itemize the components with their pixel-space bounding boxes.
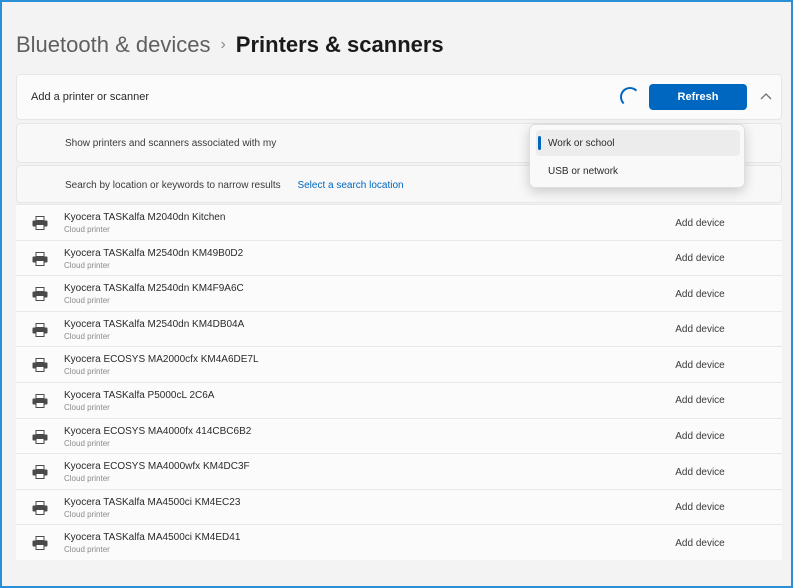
printer-icon [32, 216, 48, 230]
printer-icon [32, 429, 48, 444]
printer-row: Kyocera TASKalfa MA4500ci KM4EC23 Cloud … [16, 488, 782, 525]
printer-row: Kyocera TASKalfa MA4500ci KM4ED41 Cloud … [16, 524, 782, 560]
dropdown-option-usb-or-network[interactable]: USB or network [536, 158, 740, 184]
printer-name: Kyocera ECOSYS MA2000cfx KM4A6DE7L [64, 354, 259, 366]
add-device-button[interactable]: Add device [662, 533, 738, 553]
printer-name: Kyocera TASKalfa MA4500ci KM4EC23 [64, 496, 241, 508]
search-location-text: Search by location or keywords to narrow… [65, 180, 404, 191]
printer-row: Kyocera TASKalfa M2040dn Kitchen Cloud p… [16, 204, 782, 240]
add-printer-label: Add a printer or scanner [31, 91, 150, 103]
printer-name: Kyocera TASKalfa M2540dn KM4DB04A [64, 318, 245, 330]
printer-row: Kyocera TASKalfa M2540dn KM4F9A6C Cloud … [16, 275, 782, 311]
breadcrumb-separator: › [220, 36, 226, 53]
show-associated-label: Show printers and scanners associated wi… [65, 138, 277, 149]
printer-type: Cloud printer [64, 474, 110, 484]
printer-name: Kyocera TASKalfa M2540dn KM4F9A6C [64, 283, 244, 295]
printer-name: Kyocera TASKalfa M2540dn KM49B0D2 [64, 247, 244, 259]
printer-row: Kyocera ECOSYS MA2000cfx KM4A6DE7L Cloud… [16, 346, 782, 382]
add-device-button[interactable]: Add device [662, 391, 738, 411]
printer-row: Kyocera ECOSYS MA4000wfx KM4DC3F Cloud p… [16, 453, 782, 489]
search-location-label: Search by location or keywords to narrow… [65, 180, 281, 191]
add-device-button[interactable]: Add device [662, 462, 738, 482]
association-dropdown: Work or school USB or network [529, 124, 745, 188]
printer-type: Cloud printer [64, 545, 110, 555]
dropdown-option-work-or-school[interactable]: Work or school [536, 130, 740, 156]
printer-icon [32, 465, 48, 480]
breadcrumb: Bluetooth & devices › Printers & scanner… [16, 28, 444, 62]
printer-icon [32, 322, 48, 337]
printer-type: Cloud printer [64, 225, 110, 234]
printer-name: Kyocera TASKalfa M2040dn Kitchen [64, 212, 226, 223]
printer-type: Cloud printer [64, 296, 110, 306]
page-title: Printers & scanners [235, 32, 444, 57]
printer-row: Kyocera TASKalfa P5000cL 2C6A Cloud prin… [16, 381, 782, 418]
add-device-button[interactable]: Add device [662, 427, 738, 447]
breadcrumb-parent-link[interactable]: Bluetooth & devices [16, 32, 210, 58]
printer-type: Cloud printer [64, 260, 110, 270]
printer-type: Cloud printer [64, 509, 110, 519]
chevron-up-icon[interactable] [757, 86, 775, 106]
printer-row: Kyocera TASKalfa M2540dn KM49B0D2 Cloud … [16, 239, 782, 276]
printer-icon [32, 251, 48, 266]
printer-name: Kyocera TASKalfa MA4500ci KM4ED41 [64, 532, 241, 544]
printer-icon [32, 500, 48, 515]
refresh-button[interactable]: Refresh [649, 84, 747, 110]
printer-list: Kyocera TASKalfa M2040dn Kitchen Cloud p… [16, 204, 782, 560]
printer-icon [32, 393, 48, 408]
add-device-button[interactable]: Add device [662, 249, 738, 269]
settings-window: Bluetooth & devices › Printers & scanner… [0, 0, 793, 588]
printer-name: Kyocera ECOSYS MA4000fx 414CBC6B2 [64, 425, 252, 437]
add-device-button[interactable]: Add device [662, 320, 738, 340]
add-printer-panel: Add a printer or scanner Refresh [16, 74, 782, 120]
printer-icon [32, 287, 48, 302]
printer-type: Cloud printer [64, 438, 110, 448]
printer-name: Kyocera ECOSYS MA4000wfx KM4DC3F [64, 461, 250, 473]
printer-icon [32, 358, 48, 373]
add-device-button[interactable]: Add device [662, 355, 738, 375]
add-device-button[interactable]: Add device [662, 498, 738, 518]
printer-row: Kyocera ECOSYS MA4000fx 414CBC6B2 Cloud … [16, 417, 782, 454]
select-search-location-link[interactable]: Select a search location [297, 180, 403, 191]
add-device-button[interactable]: Add device [662, 213, 738, 233]
printer-row: Kyocera TASKalfa M2540dn KM4DB04A Cloud … [16, 310, 782, 347]
printer-type: Cloud printer [64, 331, 110, 341]
printer-name: Kyocera TASKalfa P5000cL 2C6A [64, 389, 215, 401]
printer-type: Cloud printer [64, 367, 110, 377]
loading-spinner-icon [620, 87, 640, 107]
printer-icon [32, 536, 48, 551]
add-device-button[interactable]: Add device [662, 284, 738, 304]
printer-type: Cloud printer [64, 402, 110, 412]
